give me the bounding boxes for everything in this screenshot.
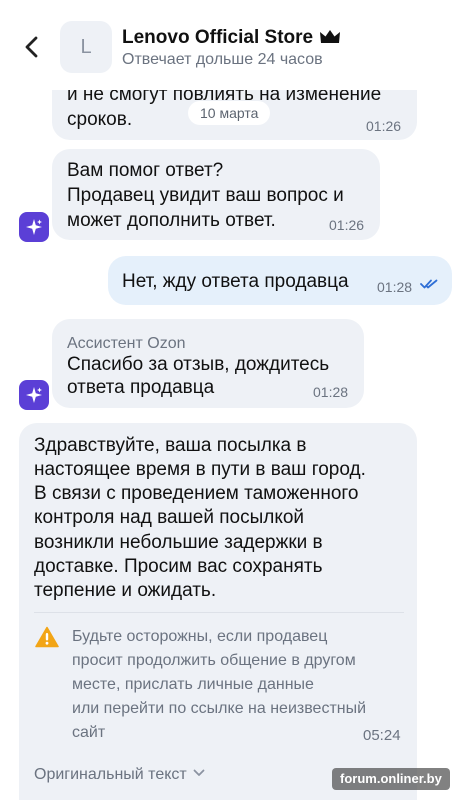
- message-line: В связи с проведением таможенного: [34, 483, 359, 504]
- message-line: Вам помог ответ?: [67, 160, 224, 181]
- message-line: доставке. Просим вас сохранять: [34, 556, 323, 577]
- chevron-left-icon[interactable]: [20, 34, 46, 60]
- message-time: 01:28: [377, 279, 413, 295]
- warning-line: просит продолжить общение в другом: [72, 652, 356, 669]
- message-line: Нет, жду ответа продавца: [122, 271, 349, 292]
- message-line: терпение и ожидать.: [34, 580, 217, 601]
- message-bubble-4: Ассистент Ozon Спасибо за отзыв, дождите…: [52, 319, 364, 408]
- message-line: может дополнить ответ.: [67, 210, 276, 231]
- double-check-icon: [420, 279, 438, 289]
- assistant-sparkle-icon: [19, 380, 49, 410]
- store-name: Lenovo Official Store: [122, 27, 314, 48]
- watermark: forum.onliner.by: [332, 768, 450, 790]
- message-time: 01:26: [366, 118, 402, 134]
- message-line: ответа продавца: [67, 377, 215, 398]
- message-line: Продавец увидит ваш вопрос и: [67, 185, 344, 206]
- message-line: возникли небольшие задержки в: [34, 532, 323, 553]
- chevron-down-icon: [193, 769, 205, 776]
- message-line: сроков.: [67, 109, 133, 130]
- store-name-row[interactable]: Lenovo Official Store: [122, 27, 341, 49]
- message-line: Спасибо за отзыв, дождитесь: [67, 354, 330, 375]
- original-text-toggle[interactable]: Оригинальный текст: [34, 766, 205, 784]
- warning-line: сайт: [72, 724, 106, 741]
- warning-icon: [35, 626, 59, 648]
- message-bubble-2: Вам помог ответ? Продавец увидит ваш воп…: [52, 149, 380, 240]
- message-time: 05:24: [363, 727, 401, 744]
- message-bubble-3: Нет, жду ответа продавца 01:28: [108, 256, 452, 305]
- divider: [34, 612, 404, 613]
- chat-header: L Lenovo Official Store Отвечает дольше …: [0, 0, 470, 90]
- crown-icon: [320, 30, 341, 43]
- assistant-sparkle-icon: [19, 212, 49, 242]
- message-line: контроля над вашей посылкой: [34, 507, 305, 528]
- warning-line: или перейти по ссылке на неизвестный: [72, 700, 367, 717]
- message-time: 01:26: [329, 217, 365, 233]
- date-pill: 10 марта: [188, 101, 271, 125]
- message-line: Здравствуйте, ваша посылка в: [34, 435, 307, 456]
- original-text-label: Оригинальный текст: [34, 766, 187, 783]
- store-status: Отвечает дольше 24 часов: [122, 51, 323, 68]
- message-time: 01:28: [313, 384, 349, 400]
- message-line: настоящее время в пути в ваш город.: [34, 459, 366, 480]
- avatar[interactable]: L: [60, 21, 112, 73]
- warning-line: месте, прислать личные данные: [72, 676, 314, 693]
- warning-text: Будьте осторожны, если продавец просит п…: [72, 625, 402, 745]
- warning-line: Будьте осторожны, если продавец: [72, 628, 328, 645]
